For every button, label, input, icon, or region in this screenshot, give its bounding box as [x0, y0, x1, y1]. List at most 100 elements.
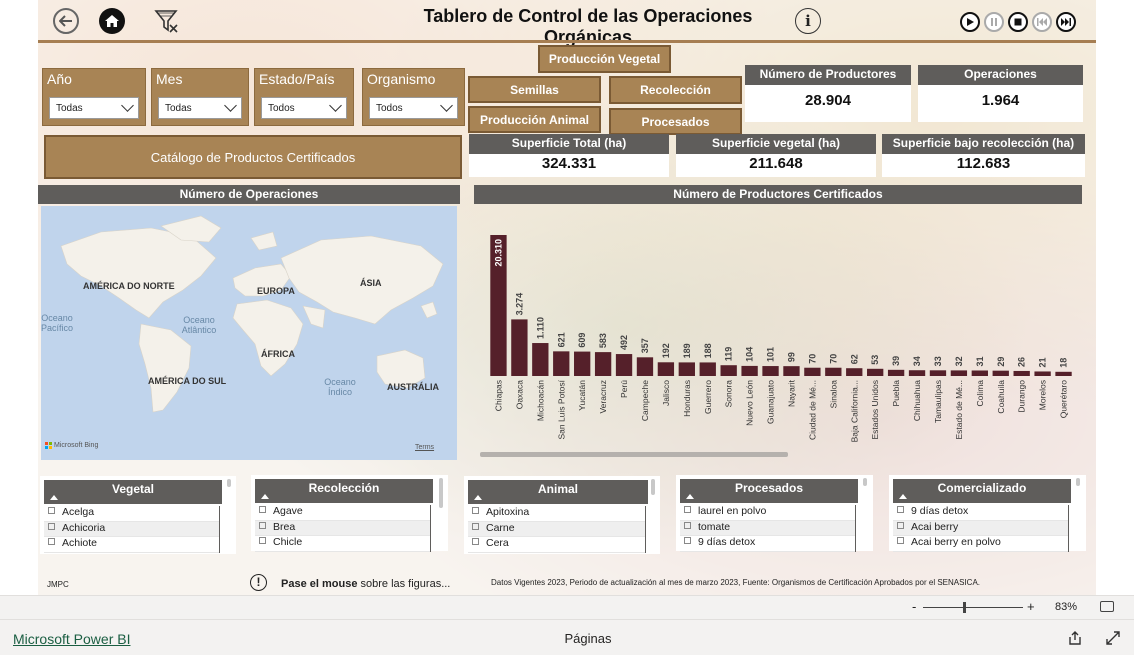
slicer-dropdown[interactable]: Todos	[369, 97, 458, 119]
back-button[interactable]	[53, 8, 79, 34]
expand-icon[interactable]	[684, 521, 691, 529]
list-item[interactable]: Apitoxina	[468, 506, 645, 522]
panel-scrollbar[interactable]	[439, 478, 443, 508]
sort-ascending-icon[interactable]	[899, 494, 907, 499]
list-item[interactable]: Cera	[468, 537, 645, 553]
list-item[interactable]: 9 días detox	[893, 505, 1068, 521]
bar[interactable]	[846, 368, 863, 376]
bar[interactable]	[720, 365, 737, 376]
list-item[interactable]: 9 días detox	[680, 536, 855, 552]
list-item[interactable]: Acelga	[44, 506, 219, 522]
previous-button[interactable]	[1032, 12, 1052, 32]
power-bi-link[interactable]: Microsoft Power BI	[13, 631, 130, 647]
map-terms-link[interactable]: Terms	[415, 444, 434, 451]
expand-icon[interactable]	[259, 521, 266, 529]
expand-icon[interactable]	[684, 506, 691, 513]
recoleccion-button[interactable]: Recolección	[609, 76, 742, 104]
bar[interactable]	[825, 367, 842, 376]
bar[interactable]	[762, 366, 779, 376]
list-item[interactable]: Agave	[255, 505, 430, 521]
fullscreen-icon[interactable]	[1105, 630, 1121, 646]
zoom-slider[interactable]	[923, 602, 1023, 613]
slicer-estado-pais[interactable]: Estado/País Todos	[254, 68, 354, 126]
list-item[interactable]: Carne	[468, 521, 645, 537]
share-icon[interactable]	[1067, 630, 1083, 646]
panel-scrollbar[interactable]	[863, 478, 867, 486]
expand-icon[interactable]	[897, 506, 904, 513]
chart-horizontal-scrollbar[interactable]	[480, 452, 788, 457]
bar[interactable]	[553, 351, 570, 376]
slicer-dropdown[interactable]: Todas	[158, 97, 242, 119]
sort-ascending-icon[interactable]	[50, 495, 58, 500]
expand-icon[interactable]	[48, 538, 55, 545]
play-button[interactable]	[960, 12, 980, 32]
expand-icon[interactable]	[259, 506, 266, 513]
bar[interactable]	[1034, 371, 1051, 376]
bar[interactable]	[992, 370, 1009, 376]
bar[interactable]	[741, 365, 758, 376]
expand-icon[interactable]	[472, 507, 479, 514]
produccion-vegetal-button[interactable]: Producción Vegetal	[538, 45, 671, 73]
slicer-dropdown[interactable]: Todos	[261, 97, 347, 119]
list-item[interactable]: laurel en polvo	[680, 505, 855, 521]
productores-bar-chart[interactable]: 20.310 Chiapas 3.274 Oaxaca 1.110 Michoacán 62…	[474, 205, 1080, 460]
bar[interactable]	[908, 370, 926, 376]
pause-button[interactable]	[984, 12, 1004, 32]
slicer-organismo[interactable]: Organismo Todos	[362, 68, 465, 126]
semillas-button[interactable]: Semillas	[468, 76, 601, 103]
bar[interactable]	[636, 357, 654, 376]
sort-ascending-icon[interactable]	[474, 495, 482, 500]
list-item[interactable]: Brea	[255, 520, 430, 536]
clear-filter-button[interactable]	[154, 8, 180, 34]
expand-icon[interactable]	[472, 522, 479, 530]
produccion-animal-button[interactable]: Producción Animal	[468, 106, 601, 133]
zoom-slider-thumb[interactable]	[962, 602, 966, 613]
bar[interactable]	[574, 351, 591, 376]
zoom-out-button[interactable]: -	[912, 599, 916, 614]
list-item[interactable]: Achiote	[44, 537, 219, 553]
pages-button[interactable]: Páginas	[560, 631, 616, 646]
expand-icon[interactable]	[897, 537, 904, 544]
bar[interactable]	[678, 362, 695, 376]
bar[interactable]	[511, 319, 528, 376]
expand-icon[interactable]	[684, 537, 691, 544]
slicer-dropdown[interactable]: Todas	[49, 97, 139, 119]
sort-ascending-icon[interactable]	[261, 494, 269, 499]
expand-icon[interactable]	[897, 521, 904, 529]
list-item[interactable]: Acai berry en polvo	[893, 536, 1068, 552]
home-button[interactable]	[99, 8, 125, 34]
stop-button[interactable]	[1008, 12, 1028, 32]
sort-ascending-icon[interactable]	[686, 494, 694, 499]
zoom-in-button[interactable]: +	[1027, 599, 1035, 614]
next-button[interactable]	[1056, 12, 1076, 32]
bar[interactable]	[657, 362, 675, 376]
bar[interactable]	[1013, 370, 1030, 376]
operations-map[interactable]: AMÉRICA DO NORTE EUROPA ÁSIA ÁFRICA AMÉR…	[41, 206, 457, 460]
expand-icon[interactable]	[472, 538, 479, 545]
catalogo-button[interactable]: Catálogo de Productos Certificados	[44, 135, 462, 179]
bar[interactable]	[615, 354, 633, 376]
fit-to-page-icon[interactable]	[1100, 601, 1114, 612]
panel-scrollbar[interactable]	[227, 479, 231, 487]
bar[interactable]	[1055, 371, 1072, 376]
panel-scrollbar[interactable]	[1076, 478, 1080, 486]
list-item[interactable]: Chicle	[255, 536, 430, 552]
expand-icon[interactable]	[48, 507, 55, 514]
bar[interactable]	[867, 368, 884, 376]
panel-scrollbar[interactable]	[651, 479, 655, 495]
bar[interactable]	[971, 370, 988, 376]
bar[interactable]	[699, 362, 716, 376]
bar[interactable]	[532, 343, 549, 376]
list-item[interactable]: Achicoria	[44, 521, 219, 537]
bar[interactable]	[804, 367, 821, 376]
bar[interactable]	[929, 370, 947, 376]
slicer-ano[interactable]: Año Todas	[42, 68, 146, 126]
list-item[interactable]: tomate	[680, 520, 855, 536]
bar[interactable]	[950, 370, 968, 376]
bar[interactable]	[783, 366, 800, 376]
info-button[interactable]: i	[795, 8, 821, 34]
expand-icon[interactable]	[259, 537, 266, 544]
bar[interactable]	[887, 369, 905, 376]
slicer-mes[interactable]: Mes Todas	[151, 68, 249, 126]
bar[interactable]	[594, 352, 612, 376]
